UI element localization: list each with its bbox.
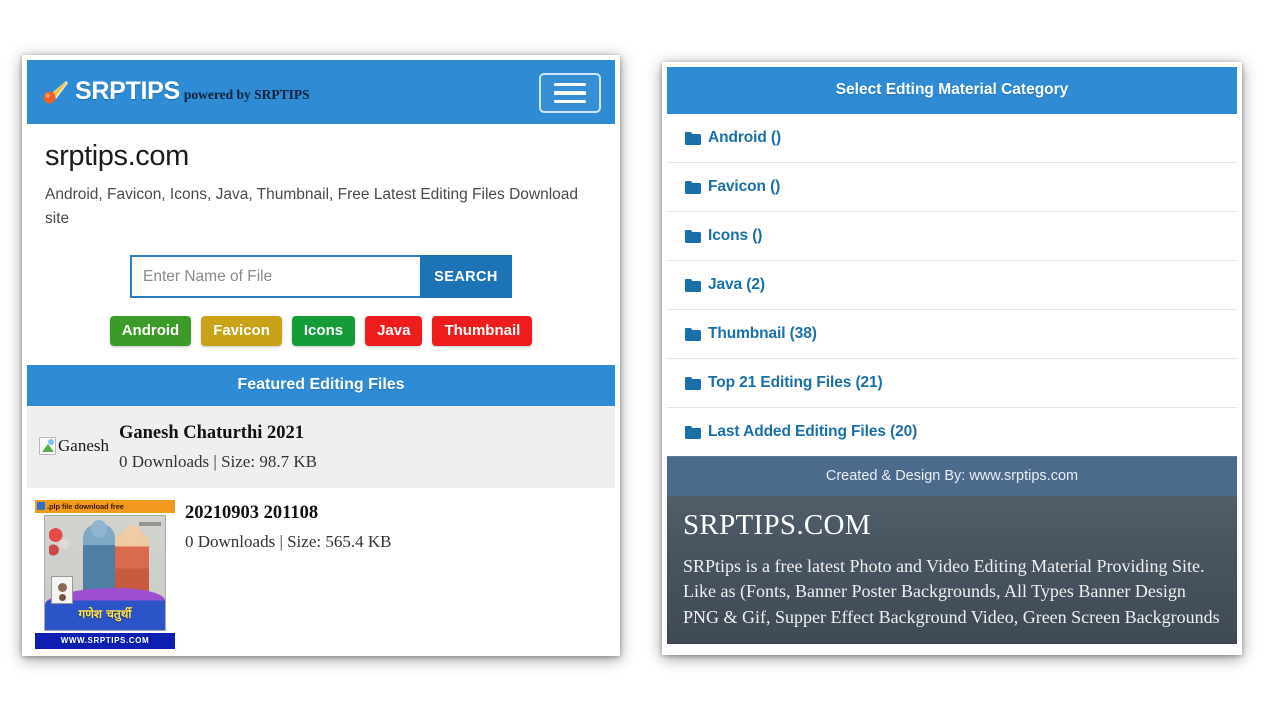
category-label: Android () — [708, 129, 782, 146]
broken-image-placeholder: Ganesh — [35, 436, 109, 456]
featured-file-list: Ganesh Ganesh Chaturthi 2021 0 Downloads… — [27, 406, 615, 651]
tag-icons[interactable]: Icons — [291, 316, 356, 347]
hamburger-bar — [554, 91, 586, 95]
folder-icon — [685, 131, 701, 145]
list-item[interactable]: Ganesh Ganesh Chaturthi 2021 0 Downloads… — [27, 406, 615, 491]
category-browser-panel: Select Edting Material Category Android … — [662, 62, 1242, 655]
comet-icon — [39, 79, 69, 105]
category-item-android[interactable]: Android () — [667, 114, 1237, 163]
hamburger-bar — [554, 82, 586, 87]
tag-thumbnail[interactable]: Thumbnail — [432, 316, 533, 347]
hamburger-menu-icon[interactable] — [539, 73, 601, 113]
hamburger-bar — [554, 99, 586, 104]
category-label: Java (2) — [708, 276, 765, 293]
image-alt-text: Ganesh — [58, 436, 109, 456]
folder-icon — [685, 180, 701, 194]
mobile-site-preview-panel: SRPTIPS powered by SRPTIPS srptips.com A… — [22, 55, 620, 656]
file-stats: 0 Downloads | Size: 565.4 KB — [185, 532, 392, 552]
category-label: Favicon () — [708, 178, 781, 195]
folder-icon — [685, 425, 701, 439]
category-panel-heading: Select Edting Material Category — [667, 67, 1237, 114]
featured-section-heading: Featured Editing Files — [27, 365, 615, 407]
footer-description: SRPtips is a free latest Photo and Video… — [683, 555, 1220, 627]
category-list: Android () Favicon () Icons () Java (2) … — [667, 114, 1237, 456]
category-item-java[interactable]: Java (2) — [667, 261, 1237, 310]
screenshot-stage: SRPTIPS powered by SRPTIPS srptips.com A… — [0, 0, 1280, 720]
category-item-last-added-editing-files[interactable]: Last Added Editing Files (20) — [667, 408, 1237, 456]
site-header: SRPTIPS powered by SRPTIPS — [27, 60, 615, 124]
tag-favicon[interactable]: Favicon — [201, 316, 282, 347]
search-button[interactable]: SEARCH — [420, 255, 512, 299]
folder-icon — [685, 327, 701, 341]
site-logo[interactable]: SRPTIPS powered by SRPTIPS — [39, 79, 310, 105]
category-tag-row: Android Favicon Icons Java Thumbnail — [45, 316, 597, 347]
file-thumbnail: .plp file download free गणेश चतुर्थी WWW… — [35, 500, 175, 650]
thumbnail-artwork: गणेश चतुर्थी — [44, 515, 166, 632]
thumbnail-footer-label: WWW.SRPTIPS.COM — [35, 633, 175, 650]
folder-icon — [685, 229, 701, 243]
brand-tagline: powered by SRPTIPS — [183, 87, 310, 102]
list-item[interactable]: .plp file download free गणेश चतुर्थी WWW… — [27, 490, 615, 651]
credit-bar: Created & Design By: www.srptips.com — [667, 456, 1237, 496]
file-title: Ganesh Chaturthi 2021 — [118, 423, 305, 444]
page-title: srptips.com — [45, 140, 189, 172]
thumbnail-banner-label: .plp file download free — [35, 500, 175, 514]
category-label: Last Added Editing Files (20) — [708, 423, 918, 440]
file-stats: 0 Downloads | Size: 98.7 KB — [118, 452, 317, 472]
category-item-favicon[interactable]: Favicon () — [667, 163, 1237, 212]
category-label: Thumbnail (38) — [708, 325, 817, 342]
tag-android[interactable]: Android — [109, 316, 192, 347]
category-item-icons[interactable]: Icons () — [667, 212, 1237, 261]
tag-java[interactable]: Java — [365, 316, 423, 347]
footer-title: SRPTIPS.COM — [683, 509, 871, 541]
page-description: Android, Favicon, Icons, Java, Thumbnail… — [45, 186, 579, 228]
category-label: Top 21 Editing Files (21) — [708, 374, 883, 391]
broken-image-icon — [39, 437, 56, 456]
file-title: 20210903 201108 — [185, 503, 319, 524]
site-footer: SRPTIPS.COM SRPtips is a free latest Pho… — [667, 496, 1237, 644]
category-label: Icons () — [708, 227, 763, 244]
category-item-thumbnail[interactable]: Thumbnail (38) — [667, 310, 1237, 359]
thumbnail-caption: गणेश चतुर्थी — [78, 607, 132, 622]
brand-name: SRPTIPS — [75, 77, 180, 105]
search-bar: SEARCH — [130, 255, 512, 299]
search-input[interactable] — [130, 255, 420, 299]
folder-icon — [685, 278, 701, 292]
site-intro: srptips.com Android, Favicon, Icons, Jav… — [27, 124, 615, 347]
category-item-top-21-editing-files[interactable]: Top 21 Editing Files (21) — [667, 359, 1237, 408]
folder-icon — [685, 376, 701, 390]
